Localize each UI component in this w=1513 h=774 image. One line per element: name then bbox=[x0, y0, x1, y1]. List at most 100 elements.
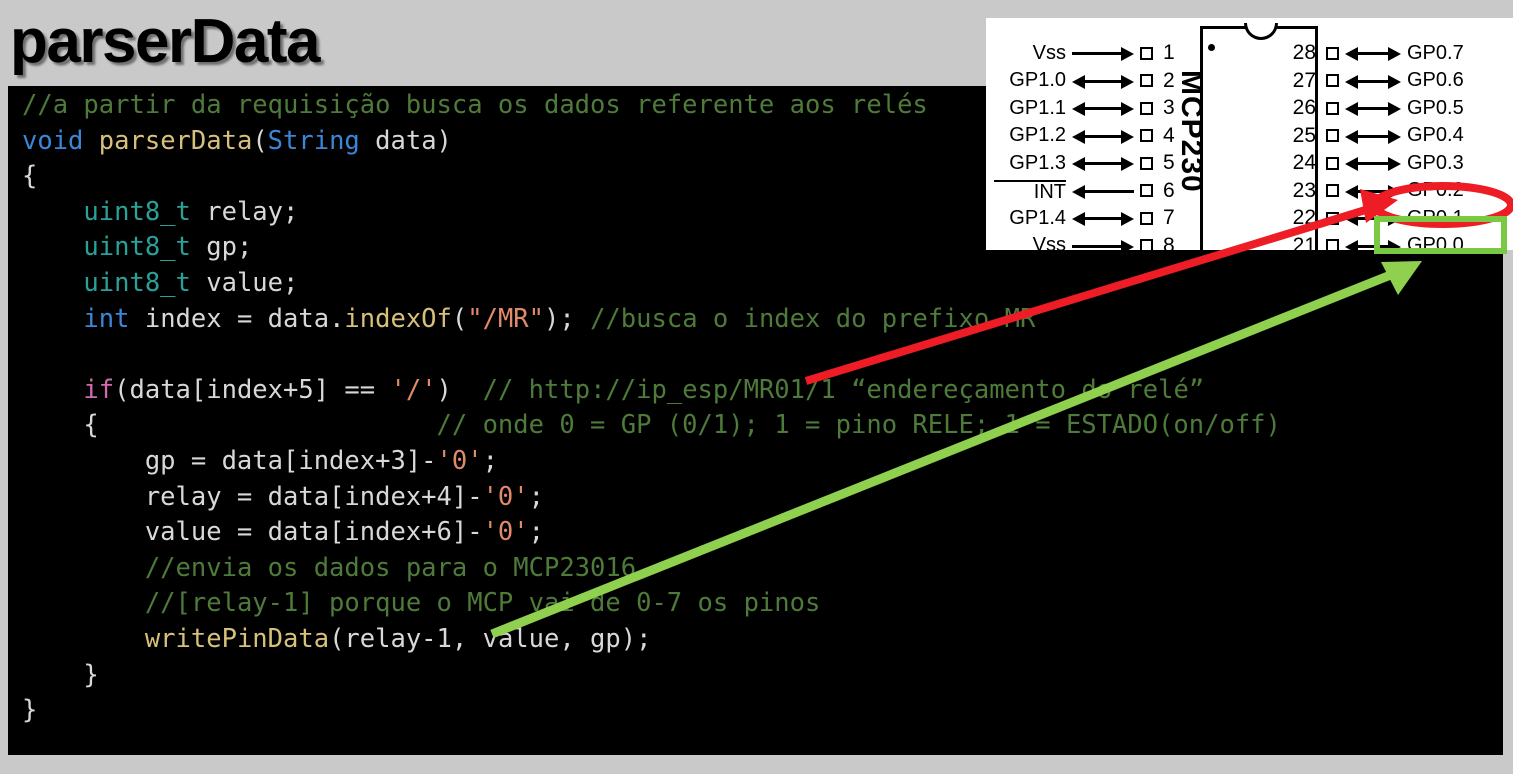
pin-number: 26 bbox=[1292, 96, 1316, 119]
code-token: writePinData bbox=[144, 623, 330, 654]
code-token: ; bbox=[528, 481, 544, 512]
code-token: value = data[index+6]- bbox=[22, 517, 483, 548]
pin-row: 24 GP0.3 bbox=[1286, 150, 1506, 176]
code-line: } bbox=[22, 695, 37, 725]
pin-arrow-both-icon bbox=[1072, 100, 1134, 116]
code-token: if bbox=[83, 374, 115, 405]
pin-number: 4 bbox=[1163, 123, 1175, 147]
pin-arrow-both-icon bbox=[1345, 45, 1401, 61]
code-token: { bbox=[22, 410, 437, 441]
pin-pad-icon bbox=[1326, 239, 1339, 250]
code-token: indexOf bbox=[344, 303, 452, 334]
pin-row: GP1.2 4 bbox=[994, 123, 1214, 149]
pin-arrow-both-icon bbox=[1345, 155, 1401, 171]
code-token: '0' bbox=[482, 517, 529, 548]
pin-number: 21 bbox=[1292, 233, 1316, 251]
pin-label: GP0.5 bbox=[1407, 96, 1464, 119]
code-line: gp = data[index+3]-'0'; bbox=[22, 446, 498, 476]
code-line: uint8_t gp; bbox=[22, 232, 252, 262]
code-token: ( bbox=[252, 125, 268, 156]
code-token: ); bbox=[544, 303, 591, 334]
pin-number: 22 bbox=[1292, 206, 1316, 229]
code-token: '0' bbox=[482, 481, 529, 512]
pin-label: GP0.2 bbox=[1407, 179, 1464, 201]
pin-label: Vss bbox=[1032, 234, 1066, 250]
code-line: if(data[index+5] == '/') // http://ip_es… bbox=[22, 375, 1204, 405]
pin-pad-icon bbox=[1140, 101, 1153, 115]
pin-pad-icon bbox=[1326, 184, 1339, 197]
pin-arrow-in-icon bbox=[1072, 238, 1134, 250]
code-token: //busca o index do prefixo MR bbox=[590, 303, 1036, 334]
pin-arrow-both-icon bbox=[1345, 128, 1401, 144]
code-token: relay; bbox=[190, 196, 299, 227]
pin-pad-icon bbox=[1140, 156, 1153, 170]
code-token: ( bbox=[451, 303, 468, 334]
code-token: relay = data[index+4]- bbox=[22, 481, 483, 512]
pin-arrow-both-icon bbox=[1345, 100, 1401, 116]
pin-number: 27 bbox=[1292, 68, 1316, 92]
pin-arrow-both-icon bbox=[1345, 183, 1401, 199]
code-token: parserData bbox=[98, 125, 253, 156]
pin-row: GP1.0 2 bbox=[994, 68, 1214, 94]
pin-arrow-both-icon bbox=[1072, 73, 1134, 89]
code-token: uint8_t bbox=[83, 232, 191, 263]
code-token: ; bbox=[482, 445, 498, 476]
pin-pad-icon bbox=[1140, 239, 1153, 250]
pin-label: GP0.3 bbox=[1407, 151, 1464, 174]
code-token: //envia os dados para o MCP23016 bbox=[144, 552, 637, 583]
pin-row: GP1.1 3 bbox=[994, 95, 1214, 121]
code-token: //a partir da requisição busca os dados … bbox=[22, 90, 928, 120]
pin-pad-icon bbox=[1326, 211, 1339, 225]
pin-arrow-both-icon bbox=[1345, 73, 1401, 89]
code-token: //[relay-1] porque o MCP vai de 0-7 os p… bbox=[144, 588, 821, 619]
pin-arrow-in-icon bbox=[1072, 45, 1134, 61]
code-token: uint8_t bbox=[83, 196, 191, 227]
code-token: gp; bbox=[190, 232, 253, 263]
pin-arrow-both-icon bbox=[1072, 155, 1134, 171]
pin-pad-icon bbox=[1140, 129, 1153, 142]
pin-label: GP0.4 bbox=[1407, 124, 1464, 146]
code-line: uint8_t value; bbox=[22, 268, 298, 298]
pin-row: 23 GP0.2 bbox=[1286, 178, 1506, 204]
pin-pad-icon bbox=[1140, 184, 1153, 197]
code-token: ) bbox=[436, 374, 483, 405]
pin-pad-icon bbox=[1326, 101, 1339, 115]
pin-label: GP1.3 bbox=[1009, 151, 1066, 174]
pin-row: 25 GP0.4 bbox=[1286, 123, 1506, 149]
pin-pad-icon bbox=[1140, 74, 1153, 87]
pin-pad-icon bbox=[1326, 156, 1339, 170]
code-token: { bbox=[22, 161, 38, 192]
code-token: gp = data[index+3]- bbox=[22, 445, 437, 476]
pin-number: 6 bbox=[1163, 178, 1175, 202]
code-line: void parserData(String data) bbox=[22, 126, 452, 156]
pin-row: 26 GP0.5 bbox=[1286, 95, 1506, 121]
pin-number: 8 bbox=[1163, 233, 1175, 251]
code-token: // http://ip_esp/MR01/1 “endereçamento d… bbox=[482, 374, 1205, 405]
page-title: parserData bbox=[10, 7, 320, 76]
pin-label: INT bbox=[994, 179, 1066, 202]
code-token: value; bbox=[190, 267, 299, 298]
code-line: { bbox=[22, 161, 37, 191]
code-token: uint8_t bbox=[83, 267, 191, 298]
pin-pad-icon bbox=[1326, 46, 1339, 60]
pin-pad-icon bbox=[1326, 129, 1339, 142]
slide-root: parserData //a partir da requisição busc… bbox=[0, 0, 1513, 774]
code-token: } bbox=[22, 659, 99, 690]
pin-arrow-out-icon bbox=[1072, 183, 1134, 199]
pin-row: 27 GP0.6 bbox=[1286, 68, 1506, 94]
pin-row: GP1.3 5 bbox=[994, 150, 1214, 176]
pin-label: GP1.0 bbox=[1009, 69, 1066, 91]
code-token: String bbox=[267, 125, 360, 156]
pin-number: 23 bbox=[1292, 178, 1316, 202]
pin-label: Vss bbox=[1032, 41, 1066, 64]
code-line: int index = data.indexOf("/MR"); //busca… bbox=[22, 304, 1035, 334]
